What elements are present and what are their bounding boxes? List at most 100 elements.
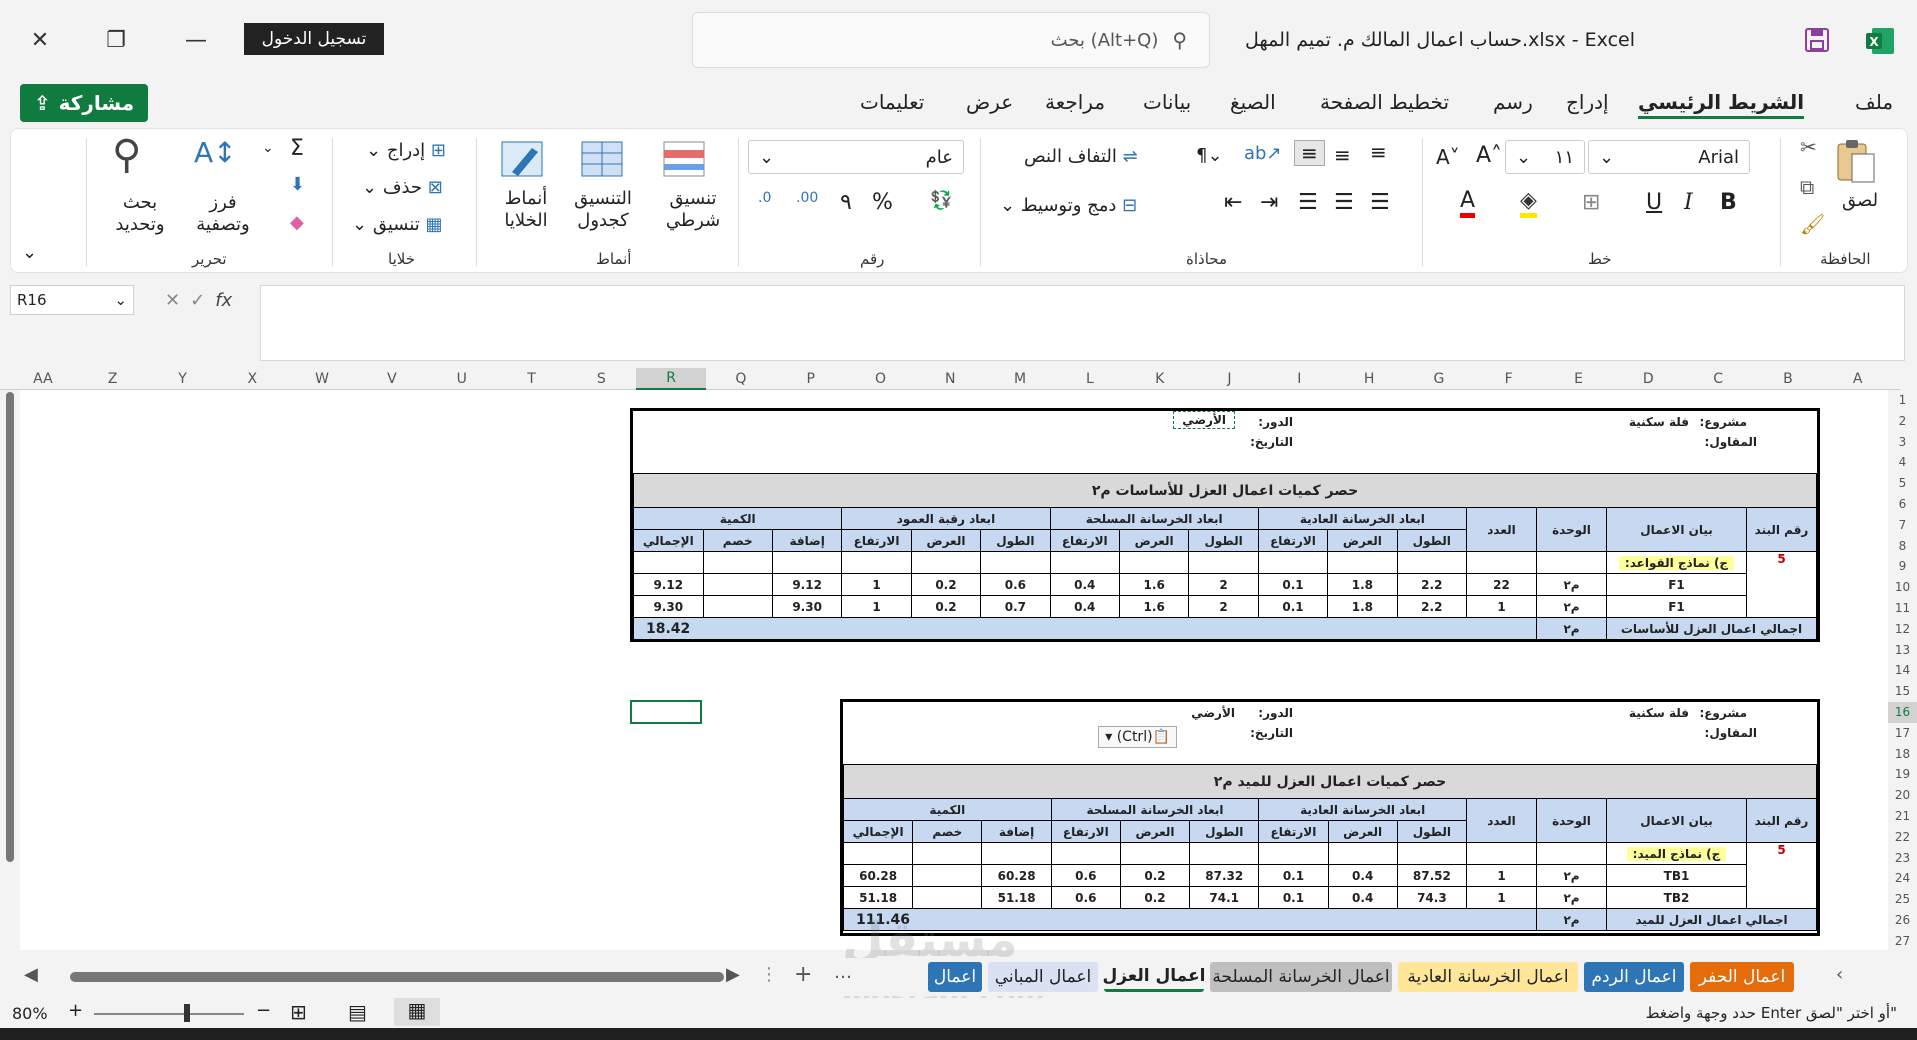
scroll-right-icon[interactable]: ▶ [726, 964, 740, 985]
sheet-tab[interactable]: اعمال العزل [1102, 962, 1206, 992]
tab-file[interactable]: ملف [1855, 90, 1893, 114]
orientation-icon[interactable]: ab↗ [1244, 143, 1282, 164]
percent-icon[interactable]: % [872, 190, 893, 215]
column-header-F[interactable]: F [1474, 368, 1544, 390]
align-middle-icon[interactable]: ≡ [1334, 143, 1351, 167]
number-format-select[interactable]: ⌄ عام [748, 140, 964, 174]
grow-font-icon[interactable]: A˄ [1476, 143, 1502, 168]
column-header-D[interactable]: D [1613, 368, 1683, 390]
column-header-X[interactable]: X [217, 368, 287, 390]
text-direction-icon[interactable]: ¶⌄ [1196, 145, 1223, 166]
column-header-G[interactable]: G [1404, 368, 1474, 390]
row-header-12[interactable]: 12 [1888, 619, 1917, 640]
search-box[interactable]: بحث (Alt+Q) ⚲ [692, 12, 1210, 68]
paste-label[interactable]: لصق [1842, 190, 1878, 211]
column-header-B[interactable]: B [1753, 368, 1823, 390]
font-size-select[interactable]: ⌄ ١١ [1505, 140, 1585, 174]
row-header-23[interactable]: 23 [1888, 848, 1917, 869]
row-header-19[interactable]: 19 [1888, 764, 1917, 785]
column-header-AA[interactable]: AA [8, 368, 78, 390]
column-header-H[interactable]: H [1334, 368, 1404, 390]
row-header-26[interactable]: 26 [1888, 910, 1917, 931]
sort-filter-label[interactable]: فرز وتصفية [184, 192, 262, 236]
row-header-5[interactable]: 5 [1888, 473, 1917, 494]
formula-input[interactable] [260, 285, 1905, 361]
increase-decimal-icon[interactable]: .00 [796, 190, 818, 206]
conditional-format-label[interactable]: تنسيق شرطي [656, 188, 730, 232]
row-header-15[interactable]: 15 [1888, 681, 1917, 702]
vertical-scrollbar[interactable] [6, 392, 14, 862]
row-header-8[interactable]: 8 [1888, 536, 1917, 557]
sheet-tab[interactable]: اعمال [928, 962, 982, 992]
column-header-K[interactable]: K [1125, 368, 1195, 390]
tab-draw[interactable]: رسم [1493, 90, 1533, 114]
align-right-icon[interactable]: ☰ [1370, 190, 1390, 215]
bold-icon[interactable]: B [1720, 190, 1737, 215]
format-cells-button[interactable]: ⌄ تنسيق ▦ [352, 214, 443, 235]
row-header-13[interactable]: 13 [1888, 640, 1917, 661]
font-name-select[interactable]: ⌄ Arial [1588, 140, 1750, 174]
tab-formulas[interactable]: الصيغ [1230, 90, 1276, 114]
row-header-20[interactable]: 20 [1888, 785, 1917, 806]
row-header-21[interactable]: 21 [1888, 806, 1917, 827]
column-header-U[interactable]: U [427, 368, 497, 390]
comma-icon[interactable]: ٩ [840, 190, 852, 215]
restore-icon[interactable]: ❐ [88, 12, 144, 68]
normal-view-icon[interactable]: ▦ [394, 998, 440, 1026]
row-header-24[interactable]: 24 [1888, 868, 1917, 889]
column-header-C[interactable]: C [1683, 368, 1753, 390]
increase-indent-icon[interactable]: ⇥ [1260, 190, 1278, 215]
fill-color-icon[interactable]: ◈ [1520, 188, 1537, 218]
paste-icon[interactable] [1832, 138, 1878, 188]
fx-icon[interactable]: fx [215, 290, 232, 311]
cancel-icon[interactable]: ✕ [165, 290, 180, 311]
delete-cells-button[interactable]: ⌄ حذف ⊠ [362, 177, 443, 198]
wrap-text-button[interactable]: التفاف النص ⇌ [1024, 146, 1138, 167]
format-as-table-icon[interactable] [578, 138, 628, 182]
copy-icon[interactable]: ⧉ [1800, 175, 1814, 199]
column-header-Z[interactable]: Z [78, 368, 148, 390]
zoom-slider[interactable] [94, 1013, 244, 1015]
row-header-22[interactable]: 22 [1888, 827, 1917, 848]
close-icon[interactable]: ✕ [12, 12, 68, 68]
tab-page-layout[interactable]: تخطيط الصفحة [1320, 90, 1449, 114]
more-sheets-icon[interactable]: … [834, 962, 852, 983]
column-header-L[interactable]: L [1055, 368, 1125, 390]
paste-options-button[interactable]: 📋(Ctrl) ▾ [1098, 726, 1177, 748]
column-header-I[interactable]: I [1264, 368, 1334, 390]
zoom-slider-thumb[interactable] [184, 1004, 190, 1022]
sheet-tab[interactable]: اعمال الخرسانة المسلحة [1210, 962, 1392, 992]
tab-review[interactable]: مراجعة [1045, 90, 1105, 114]
tab-view[interactable]: عرض [966, 90, 1013, 114]
selected-cell-R16[interactable] [630, 700, 702, 724]
share-button[interactable]: ⇪ مشاركة [20, 84, 148, 122]
find-select-label[interactable]: بحث وتحديد [100, 192, 180, 236]
minimize-icon[interactable]: — [168, 12, 224, 68]
column-header-V[interactable]: V [357, 368, 427, 390]
row-header-18[interactable]: 18 [1888, 744, 1917, 765]
name-box[interactable]: R16 ⌄ [10, 285, 134, 315]
column-header-J[interactable]: J [1195, 368, 1265, 390]
tabs-scroll-left-icon[interactable]: ‹ [1836, 964, 1843, 985]
tab-help[interactable]: تعليمات [860, 90, 924, 114]
row-header-2[interactable]: 2 [1888, 411, 1917, 432]
format-as-table-label[interactable]: التنسيق كجدول [560, 188, 646, 232]
column-header-S[interactable]: S [566, 368, 636, 390]
conditional-format-icon[interactable] [660, 138, 710, 182]
format-painter-icon[interactable]: 🖌 [1800, 212, 1825, 236]
align-left-icon[interactable]: ☰ [1298, 190, 1318, 215]
shrink-font-icon[interactable]: A˅ [1436, 145, 1460, 169]
decrease-indent-icon[interactable]: ⇤ [1224, 190, 1242, 215]
sheet-tab[interactable]: اعمال الحفر [1690, 962, 1794, 992]
sort-filter-icon[interactable]: A↕ [194, 136, 237, 169]
align-bottom-icon[interactable]: ≡ [1294, 140, 1325, 166]
row-header-10[interactable]: 10 [1888, 577, 1917, 598]
align-top-icon[interactable]: ≡ [1370, 140, 1387, 164]
find-select-icon[interactable]: ⚲ [112, 132, 141, 178]
column-header-M[interactable]: M [985, 368, 1055, 390]
tab-insert[interactable]: إدراج [1566, 90, 1609, 114]
add-sheet-icon[interactable]: + [794, 962, 812, 987]
fill-icon[interactable]: ⬇ [290, 174, 305, 195]
row-header-14[interactable]: 14 [1888, 660, 1917, 681]
decrease-decimal-icon[interactable]: .0 [758, 190, 771, 206]
